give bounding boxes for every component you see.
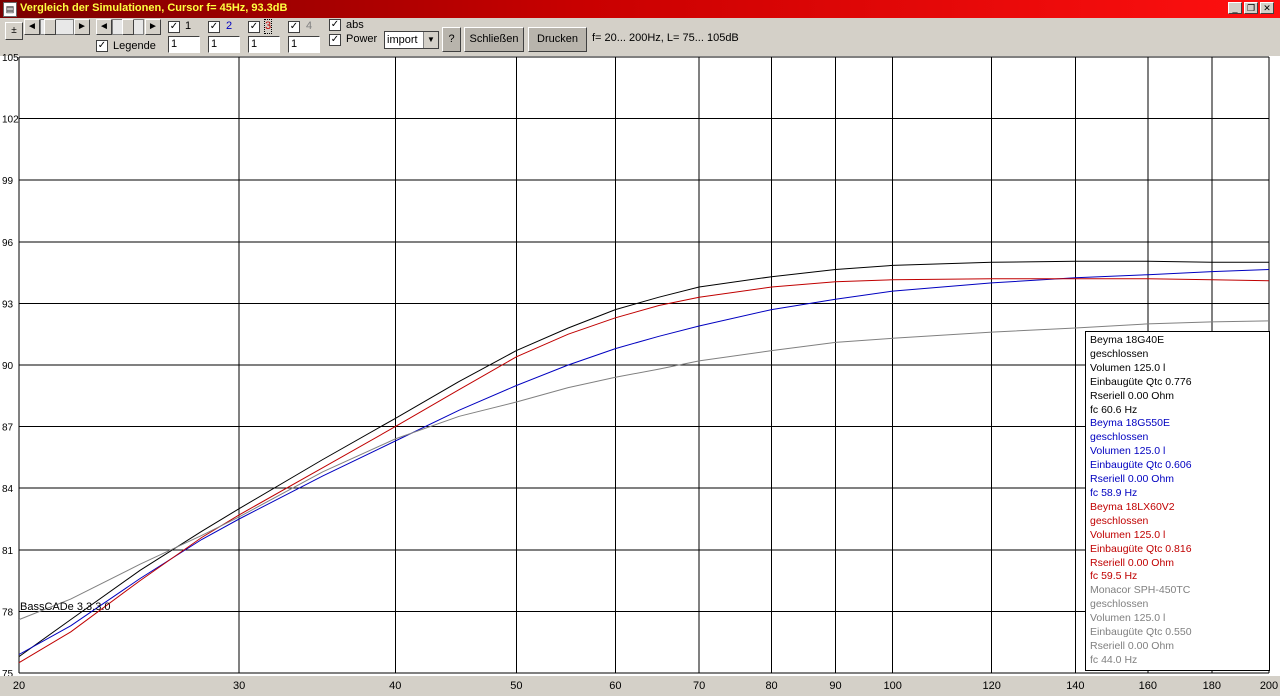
- series-line-4: [18, 320, 1270, 621]
- x-tick-label: 90: [829, 680, 841, 692]
- y-tick-label: 99: [2, 176, 14, 187]
- legend-entry-line: Rseriell 0.00 Ohm: [1090, 556, 1175, 569]
- version-label: BassCADe 3.3.3.0: [20, 601, 111, 613]
- legend-entry-line: geschlossen: [1090, 514, 1149, 527]
- x-tick-label: 200: [1260, 680, 1278, 692]
- legend-entry-line: Volumen 125.0 l: [1090, 361, 1166, 374]
- x-tick-label: 20: [13, 680, 25, 692]
- x-tick-label: 100: [884, 680, 902, 692]
- x-axis-strip: [0, 676, 1280, 696]
- legend-entry-line: Monacor SPH-450TC: [1090, 584, 1191, 597]
- x-tick-label: 120: [983, 680, 1001, 692]
- legend-entry-line: fc 44.0 Hz: [1090, 653, 1138, 666]
- legend-entry-line: Beyma 18G40E: [1090, 334, 1165, 346]
- legend-entry-line: Rseriell 0.00 Ohm: [1090, 473, 1175, 486]
- legend-entry-line: Volumen 125.0 l: [1090, 445, 1166, 458]
- series-line-3: [18, 278, 1270, 664]
- legend-entry-line: Volumen 125.0 l: [1090, 528, 1166, 541]
- x-tick-label: 160: [1139, 680, 1157, 692]
- x-tick-label: 80: [765, 680, 777, 692]
- series-line-1: [18, 260, 1269, 658]
- x-tick-label: 70: [693, 680, 705, 692]
- y-tick-label: 93: [2, 299, 14, 310]
- y-tick-label: 90: [2, 361, 14, 372]
- legend-entry-line: Einbaugüte Qtc 0.776: [1090, 375, 1192, 388]
- legend-entry-line: geschlossen: [1090, 347, 1149, 360]
- x-tick-label: 180: [1203, 680, 1221, 692]
- legend-entry-line: Einbaugüte Qtc 0.550: [1090, 626, 1192, 639]
- x-tick-label: 30: [233, 680, 245, 692]
- legend-entry-line: geschlossen: [1090, 598, 1149, 611]
- x-tick-label: 140: [1066, 680, 1084, 692]
- y-tick-label: 84: [2, 484, 14, 495]
- y-tick-label: 105: [2, 53, 19, 64]
- legend-entry-line: fc 58.9 Hz: [1090, 486, 1138, 499]
- legend-entry-line: Beyma 18LX60V2: [1090, 500, 1175, 513]
- y-tick-label: 87: [2, 423, 14, 434]
- legend-entry-line: Einbaugüte Qtc 0.816: [1090, 542, 1192, 555]
- legend-entry-line: Beyma 18G550E: [1090, 417, 1170, 430]
- legend-entry-line: fc 60.6 Hz: [1090, 403, 1138, 416]
- x-tick-label: 60: [609, 680, 621, 692]
- legend-entry-line: Volumen 125.0 l: [1090, 612, 1166, 625]
- y-tick-label: 81: [2, 546, 14, 557]
- legend-entry-line: fc 59.5 Hz: [1090, 570, 1138, 583]
- y-tick-label: 96: [2, 238, 14, 249]
- legend-entry-line: Rseriell 0.00 Ohm: [1090, 639, 1175, 652]
- legend-entry-line: geschlossen: [1090, 431, 1149, 444]
- x-tick-label: 50: [510, 680, 522, 692]
- legend-entry-line: Rseriell 0.00 Ohm: [1090, 389, 1175, 402]
- y-tick-label: 102: [2, 115, 19, 126]
- legend-entry-line: Einbaugüte Qtc 0.606: [1090, 459, 1192, 472]
- x-tick-label: 40: [389, 680, 401, 692]
- y-tick-label: 78: [2, 607, 14, 618]
- legend-box: Beyma 18G40E geschlossen Volumen 125.0 l Ei…: [1085, 331, 1270, 671]
